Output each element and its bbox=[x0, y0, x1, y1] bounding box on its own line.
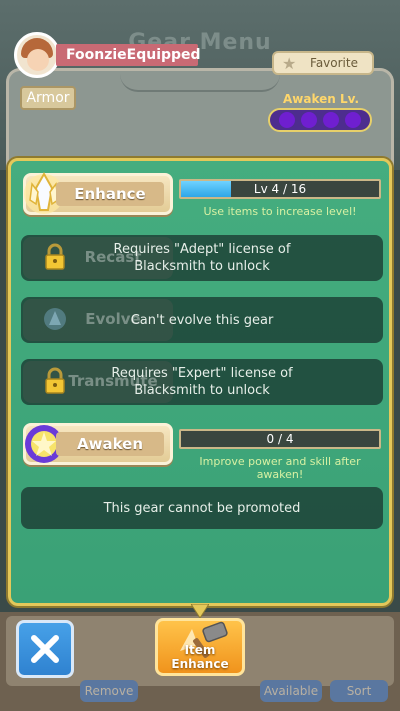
awaken-slot bbox=[323, 112, 339, 128]
transmute-lock-message: Requires "Expert" license of Blacksmith … bbox=[111, 366, 293, 398]
enhance-options-panel: Enhance Lv 4 / 16 Use items to increase … bbox=[8, 158, 392, 606]
tab-sort[interactable]: Sort bbox=[330, 680, 388, 702]
star-icon: ★ bbox=[282, 54, 297, 73]
close-button[interactable] bbox=[16, 620, 74, 678]
player-name: FoonzieEquipped bbox=[56, 44, 201, 66]
awaken-slot bbox=[279, 112, 295, 128]
item-enhance-label: Item Enhance bbox=[171, 643, 229, 671]
evolve-row: Evolve Can't evolve this gear bbox=[21, 297, 383, 343]
enhance-hint: Use items to increase level! bbox=[203, 205, 357, 218]
promote-message: This gear cannot be promoted bbox=[103, 500, 301, 516]
avatar-face bbox=[27, 49, 49, 71]
awaken-hint: Improve power and skill after awaken! bbox=[199, 455, 361, 481]
transmute-locked-row: Transmute Requires "Expert" license of B… bbox=[21, 359, 383, 405]
recast-locked-row: Recast Requires "Adept" license of Black… bbox=[21, 235, 383, 281]
awaken-label: Awaken bbox=[56, 432, 164, 456]
awaken-progress-text: 0 / 4 bbox=[266, 432, 294, 446]
awaken-button[interactable]: Awaken bbox=[23, 423, 173, 465]
close-icon bbox=[19, 623, 71, 675]
awaken-level-label: Awaken Lv. bbox=[282, 92, 360, 106]
evolve-message: Can't evolve this gear bbox=[130, 312, 274, 328]
awaken-progress-bar: 0 / 4 bbox=[179, 429, 381, 449]
awaken-level-slots bbox=[268, 108, 372, 132]
enhance-level-bar: Lv 4 / 16 bbox=[179, 179, 381, 199]
recast-lock-message: Requires "Adept" license of Blacksmith t… bbox=[113, 242, 291, 274]
favorite-button[interactable]: ★ Favorite bbox=[272, 51, 374, 75]
frame-ornament bbox=[120, 74, 280, 92]
favorite-label: Favorite bbox=[310, 56, 358, 70]
promote-row: This gear cannot be promoted bbox=[21, 487, 383, 529]
enhance-button[interactable]: Enhance bbox=[23, 171, 173, 215]
category-tag: Armor bbox=[20, 86, 76, 110]
enhance-label: Enhance bbox=[56, 182, 164, 206]
enhance-level-text: Lv 4 / 16 bbox=[253, 182, 307, 196]
awaken-slot bbox=[301, 112, 317, 128]
awaken-slot bbox=[345, 112, 361, 128]
avatar[interactable] bbox=[14, 32, 60, 78]
item-enhance-button[interactable]: Item Enhance bbox=[155, 618, 245, 676]
tab-remove[interactable]: Remove bbox=[80, 680, 138, 702]
tab-available[interactable]: Available bbox=[260, 680, 322, 702]
pointer-arrow-icon bbox=[191, 604, 209, 618]
